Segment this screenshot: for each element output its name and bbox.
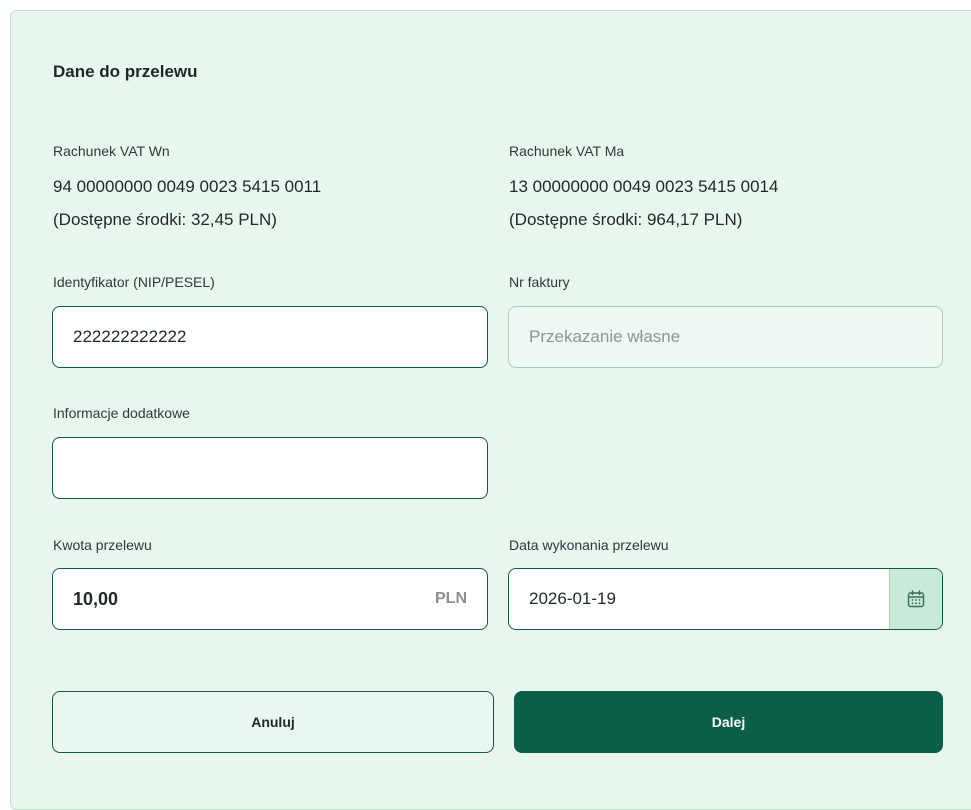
vat-ma-account: 13 00000000 0049 0023 5415 0014: [509, 177, 779, 196]
next-button[interactable]: Dalej: [514, 691, 943, 753]
execution-date-label: Data wykonania przelewu: [509, 537, 669, 553]
invoice-value: Przekazanie własne: [529, 327, 681, 346]
additional-info-input[interactable]: [52, 437, 488, 499]
execution-date-value: 2026-01-19: [529, 589, 616, 608]
calendar-button[interactable]: [889, 569, 942, 629]
vat-ma-available: (Dostępne środki: 964,17 PLN): [509, 210, 743, 229]
additional-info-label: Informacje dodatkowe: [53, 405, 190, 421]
vat-wn-account: 94 00000000 0049 0023 5415 0011: [53, 177, 322, 196]
vat-ma-label: Rachunek VAT Ma: [509, 143, 625, 159]
vat-wn-label: Rachunek VAT Wn: [53, 143, 170, 159]
amount-label: Kwota przelewu: [53, 537, 152, 553]
cancel-button[interactable]: Anuluj: [52, 691, 494, 753]
identifier-input[interactable]: 222222222222: [52, 306, 488, 368]
next-button-label: Dalej: [711, 714, 746, 730]
section-title: Dane do przelewu: [53, 62, 198, 81]
identifier-label: Identyfikator (NIP/PESEL): [53, 274, 215, 290]
calendar-icon: [907, 590, 925, 608]
amount-input[interactable]: 10,00 PLN: [52, 568, 488, 630]
currency-suffix: PLN: [435, 590, 467, 607]
amount-value: 10,00: [73, 588, 119, 609]
execution-date-input[interactable]: 2026-01-19: [508, 568, 943, 630]
transfer-form-panel: Dane do przelewu Rachunek VAT Wn 94 0000…: [10, 10, 971, 810]
vat-wn-available: (Dostępne środki: 32,45 PLN): [53, 210, 277, 229]
identifier-value: 222222222222: [73, 327, 187, 346]
cancel-button-label: Anuluj: [251, 714, 295, 730]
invoice-label: Nr faktury: [509, 274, 570, 290]
invoice-input: Przekazanie własne: [508, 306, 943, 368]
